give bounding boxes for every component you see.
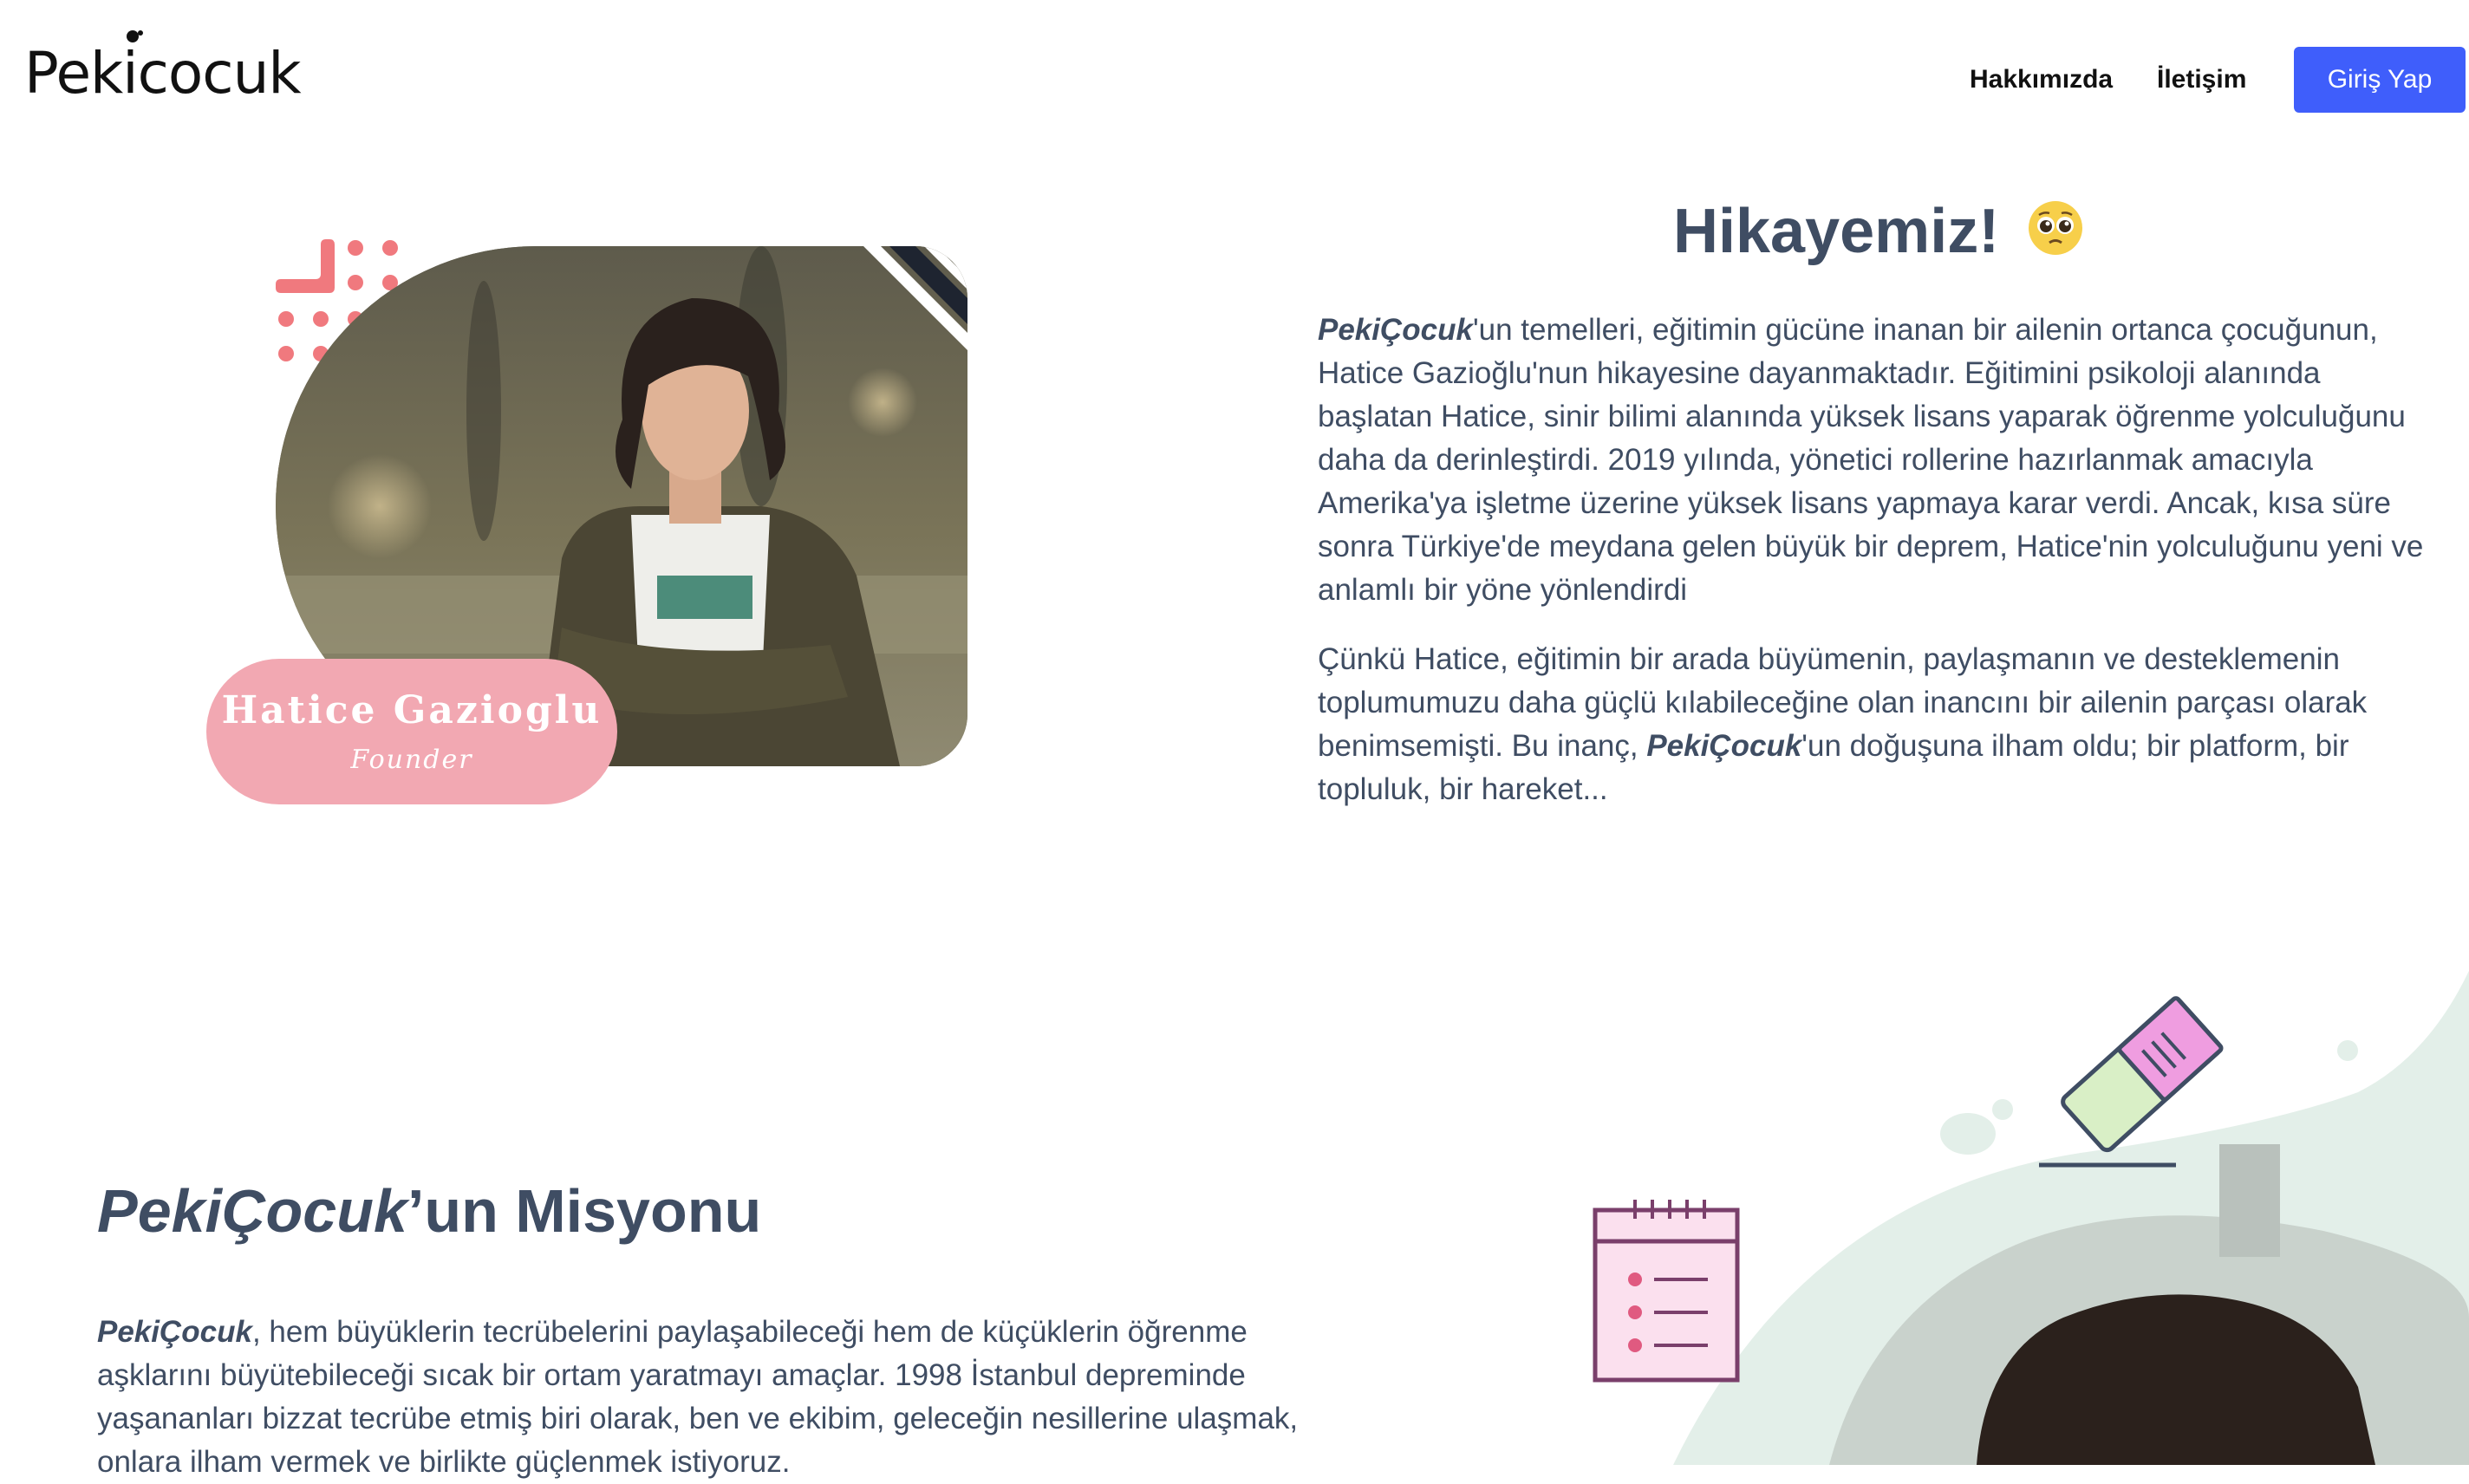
eraser-icon [2037, 988, 2245, 1170]
story-paragraph-1: PekiÇocuk'un temelleri, eğitimin gücüne … [1318, 309, 2436, 612]
brand-name: PekiÇocuk [1646, 729, 1802, 763]
brand-name: PekiÇocuk [1318, 313, 1473, 347]
story-title-text: Hikayemiz! [1673, 197, 2000, 266]
brand-name: PekiÇocuk [97, 1315, 252, 1349]
login-button[interactable]: Giriş Yap [2294, 47, 2466, 113]
founder-name: Hatice Gazioglu [221, 688, 603, 732]
story-title: Hikayemiz! [1673, 192, 2084, 275]
logo-text: Pekicocuk [24, 40, 302, 107]
story-text: 'un temelleri, eğitimin gücüne inanan bi… [1318, 313, 2424, 607]
brand-name: PekiÇocuk [97, 1177, 407, 1245]
founder-name-badge: Hatice Gazioglu Founder [206, 659, 617, 804]
story-paragraph-2: Çünkü Hatice, eğitimin bir arada büyümen… [1318, 638, 2436, 811]
pleading-face-icon [2027, 197, 2084, 275]
photo-corner-stripes-icon [846, 246, 967, 368]
founder-role: Founder [350, 745, 473, 775]
logo-figure-icon [121, 29, 144, 55]
mission-text: , hem büyüklerin tecrübelerini paylaşabi… [97, 1315, 1299, 1479]
nav-link-about[interactable]: Hakkımızda [1970, 62, 2113, 97]
mission-title-text: ’un Misyonu [407, 1177, 762, 1245]
story-body: PekiÇocuk'un temelleri, eğitimin gücüne … [1318, 309, 2436, 837]
site-logo[interactable]: Pekicocuk [24, 24, 302, 107]
mission-body: PekiÇocuk, hem büyüklerin tecrübelerini … [97, 1311, 1311, 1484]
nav-link-contact[interactable]: İletişim [2157, 62, 2246, 97]
mission-title: PekiÇocuk’un Misyonu [97, 1172, 761, 1250]
notepad-icon [1592, 1198, 1741, 1383]
